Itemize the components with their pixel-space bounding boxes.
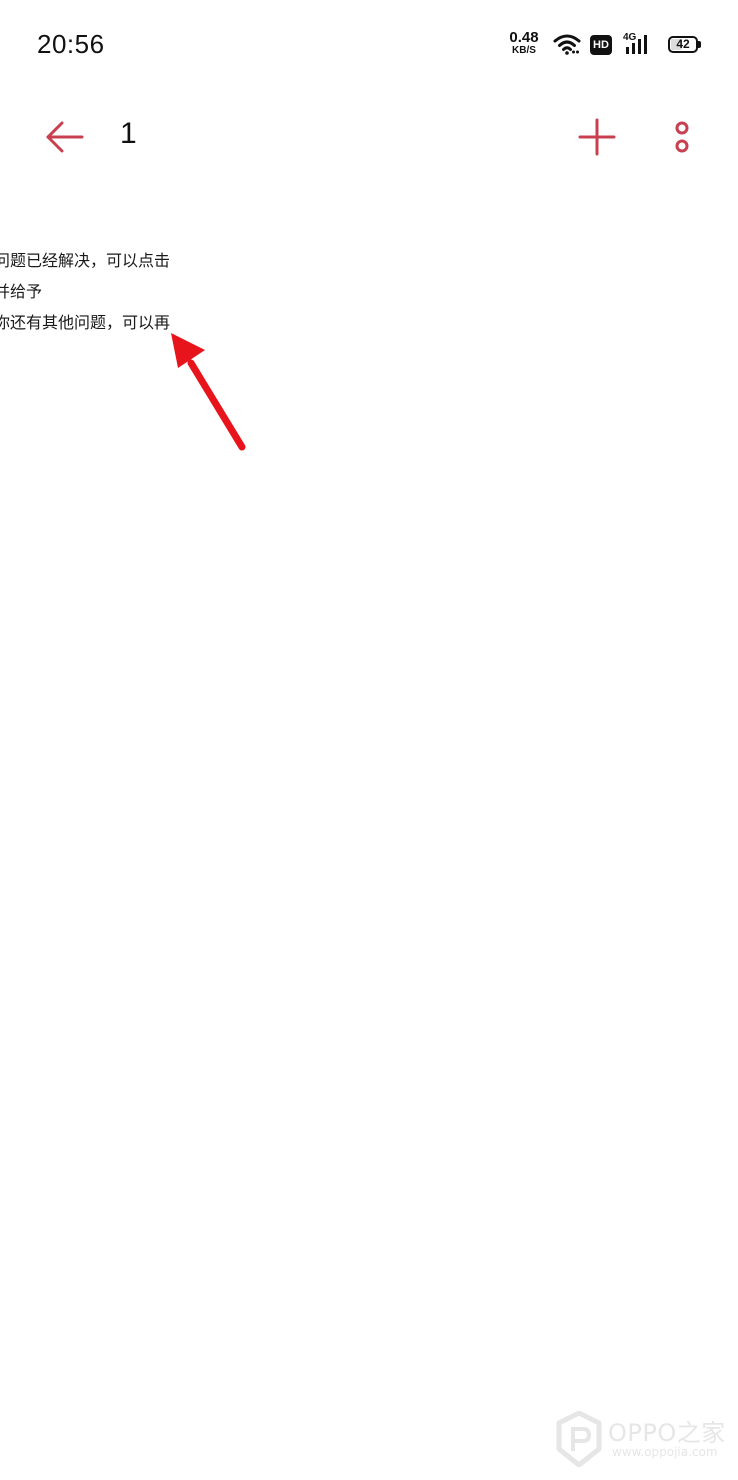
battery-level: 42 (676, 37, 690, 51)
page-title: 1 (120, 117, 137, 150)
network-speed: 0.48 KB/S (505, 30, 543, 56)
signal-icon (626, 35, 647, 54)
watermark-logo-icon (556, 1411, 602, 1467)
watermark-text: OPPO之家 (608, 1419, 726, 1447)
network-speed-value: 0.48 (509, 29, 539, 46)
battery-icon: 42 (668, 36, 698, 53)
add-button[interactable] (575, 115, 619, 159)
hd-badge: HD (590, 35, 612, 55)
status-bar: 20:56 0.48 KB/S HD 4G 42 (0, 0, 738, 90)
wifi-icon (553, 34, 581, 55)
watermark-url: www.oppojia.com (612, 1445, 718, 1459)
more-button[interactable] (664, 113, 700, 161)
content-line: 问题已经解决，可以点击 (0, 251, 171, 270)
title-bar: 1 (0, 95, 738, 180)
arrow-left-icon (46, 121, 84, 153)
plus-icon (578, 118, 616, 156)
more-vertical-icon (675, 121, 689, 153)
back-button[interactable] (42, 115, 90, 159)
watermark: OPPO之家 www.oppojia.com (556, 1411, 726, 1467)
content-line: 并给予 (0, 282, 43, 301)
note-content[interactable]: 问题已经解决，可以点击 并给予 你还有其他问题，可以再 (0, 245, 194, 338)
status-time: 20:56 (37, 29, 105, 59)
network-speed-unit: KB/S (512, 45, 536, 56)
battery-tip (698, 41, 701, 48)
annotation-arrow-icon (171, 333, 246, 451)
